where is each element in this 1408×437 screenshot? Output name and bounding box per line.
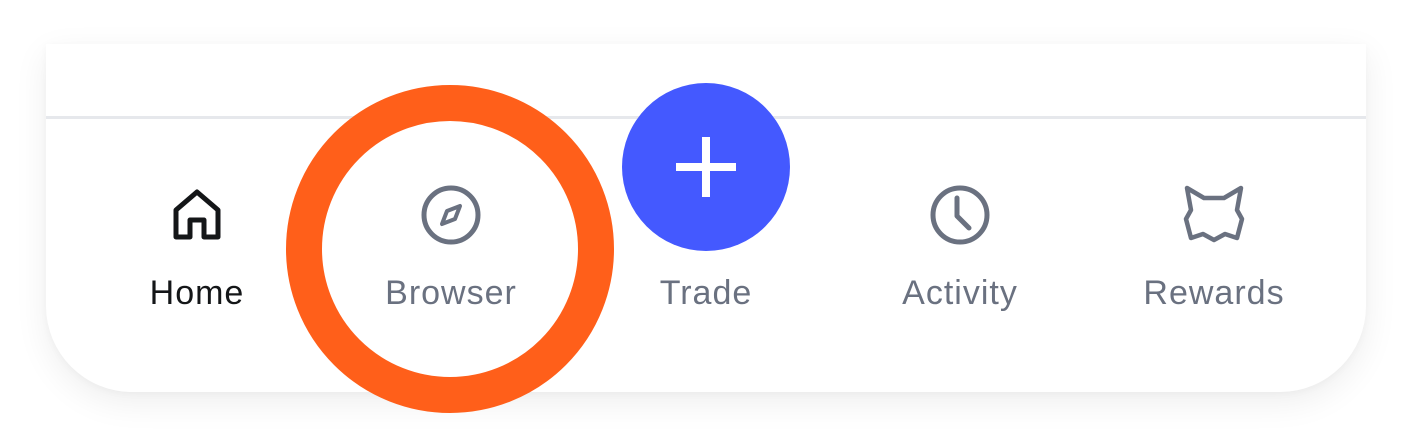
tab-home[interactable]: Home (87, 160, 307, 330)
tab-browser-label: Browser (385, 274, 517, 312)
tab-home-label: Home (149, 274, 245, 312)
tab-activity[interactable]: Activity (850, 160, 1070, 330)
tab-trade-label: Trade (659, 274, 753, 312)
plus-icon (676, 137, 736, 197)
tab-rewards[interactable]: Rewards (1104, 160, 1324, 330)
home-icon (164, 182, 230, 248)
fox-icon (1181, 182, 1247, 248)
trade-button[interactable] (622, 83, 790, 251)
tab-rewards-label: Rewards (1143, 274, 1285, 312)
screen: Home Browser Trade Activity Rewards (0, 0, 1408, 437)
tab-activity-label: Activity (902, 274, 1018, 312)
compass-icon (418, 182, 484, 248)
tab-browser[interactable]: Browser (341, 160, 561, 330)
clock-icon (927, 182, 993, 248)
